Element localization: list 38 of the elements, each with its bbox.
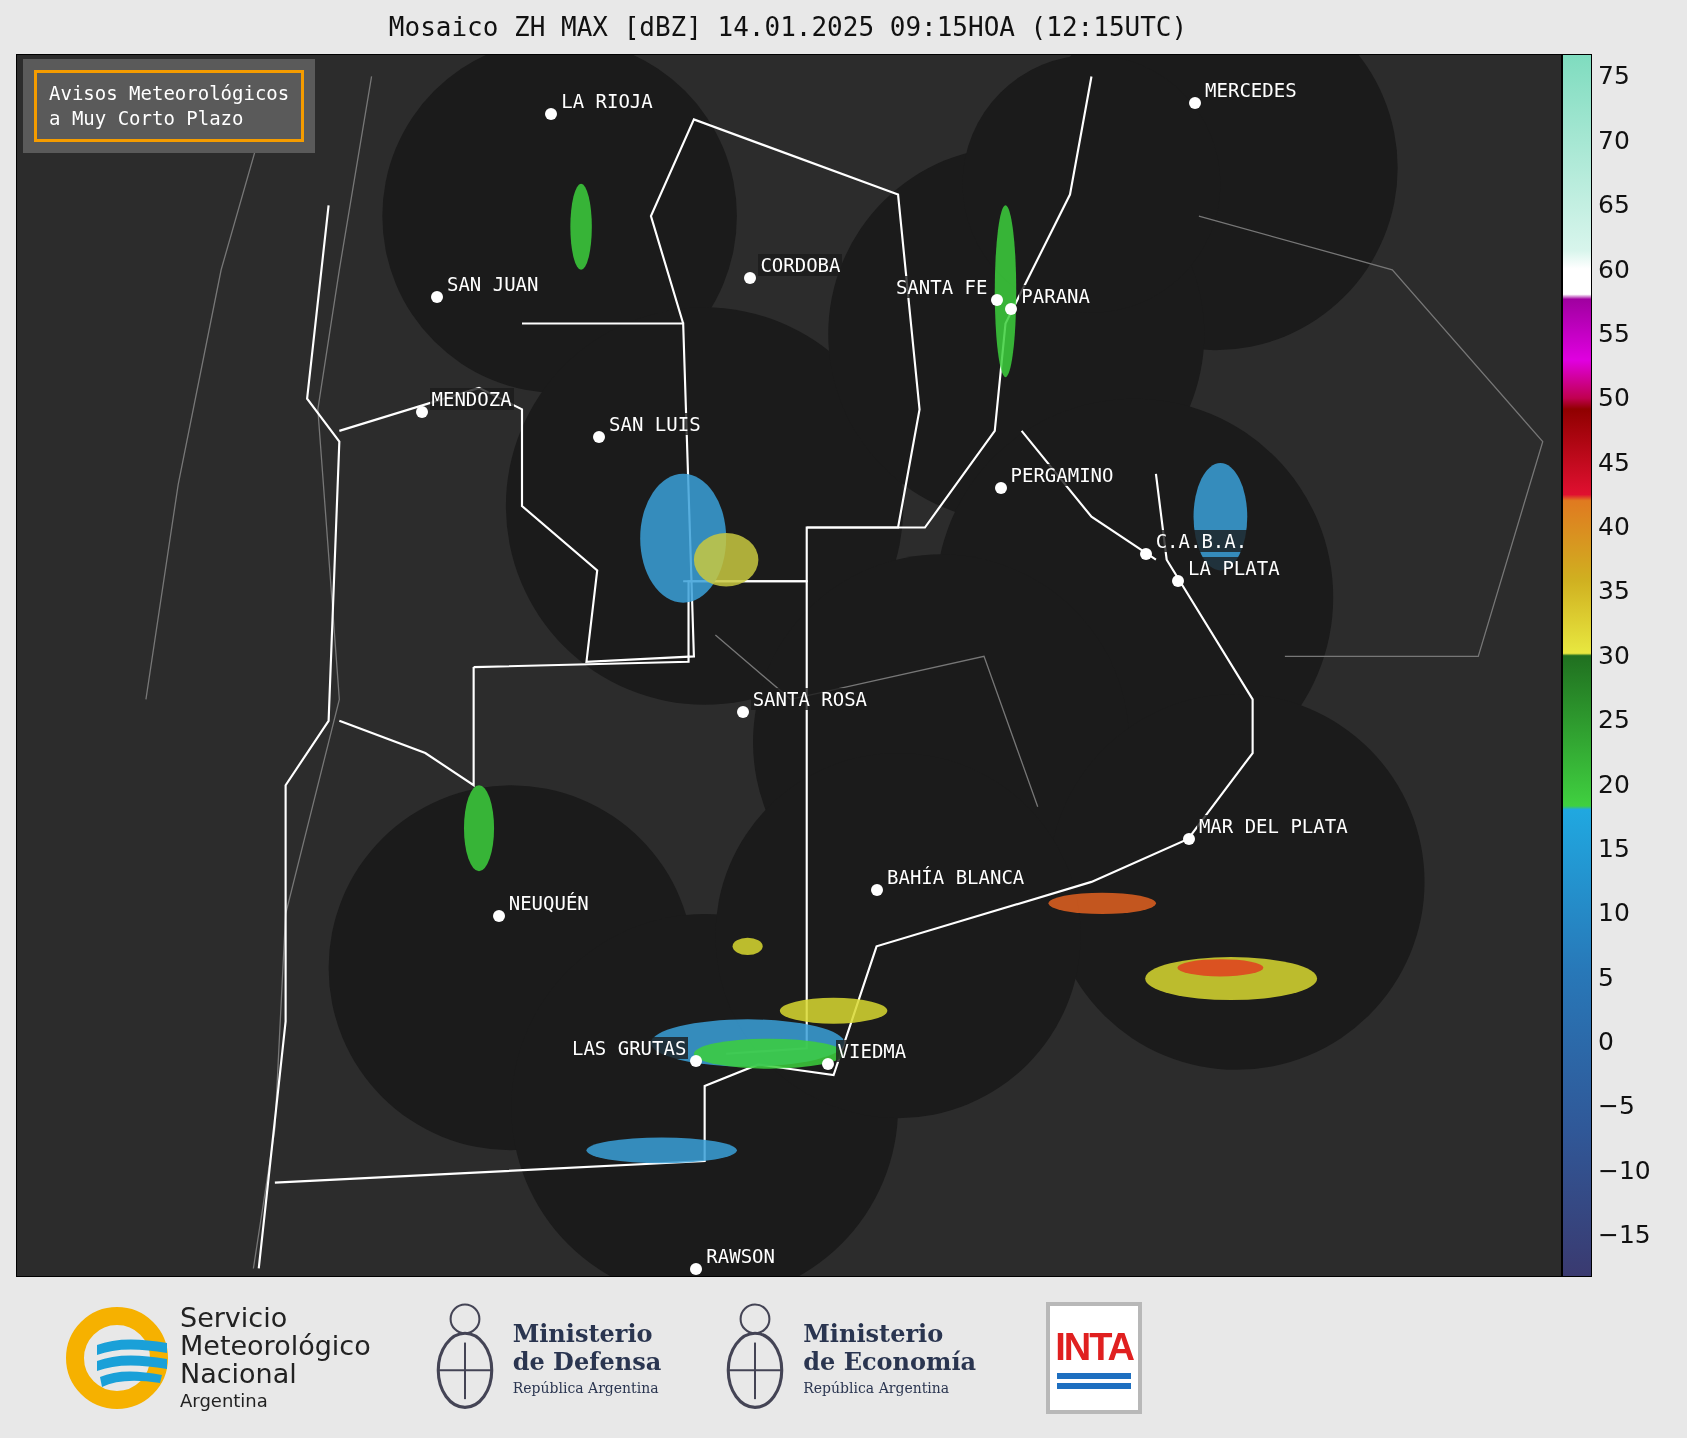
- scale-tick-label: 45: [1598, 447, 1630, 477]
- ministry-name: Ministerio: [803, 1319, 945, 1348]
- ministry-name: de Economía: [803, 1347, 977, 1376]
- scale-tick-label: 15: [1598, 833, 1630, 863]
- city-label: MENDOZA: [429, 387, 514, 410]
- city-label: CORDOBA: [758, 254, 843, 277]
- scale-tick-label: 0: [1598, 1026, 1614, 1056]
- scale-tick-label: 10: [1598, 897, 1630, 927]
- country-label: República Argentina: [512, 1379, 660, 1396]
- scale-tick-label: 70: [1598, 125, 1630, 155]
- chart-title: Mosaico ZH MAX [dBZ] 14.01.2025 09:15HOA (12:15UTC): [387, 11, 1189, 44]
- city-marker-icon: [736, 705, 749, 718]
- scale-tick-label: 55: [1598, 318, 1630, 348]
- scale-tick-label: 50: [1598, 382, 1630, 412]
- city-label: SANTA ROSA: [750, 687, 870, 710]
- scale-tick-label: −15: [1598, 1219, 1651, 1249]
- ministry-name: Ministerio: [512, 1319, 654, 1348]
- agency-name-line: Meteorológico: [180, 1332, 371, 1360]
- country-label: Argentina: [180, 1390, 269, 1411]
- scale-tick-label: 75: [1598, 61, 1630, 90]
- ministry-name: de Defensa: [512, 1347, 662, 1376]
- scale-tick-label: 20: [1598, 769, 1630, 799]
- city-label: SAN LUIS: [607, 413, 703, 436]
- country-label: República Argentina: [803, 1379, 951, 1396]
- scale-tick-label: 30: [1598, 640, 1630, 670]
- scale-tick-label: 65: [1598, 189, 1630, 219]
- scale-tick-label: 25: [1598, 704, 1630, 734]
- alert-info-box: Avisos Meteorológicos a Muy Corto Plazo: [23, 59, 316, 153]
- city-marker-icon: [744, 272, 757, 285]
- scale-tick-label: 60: [1598, 254, 1630, 284]
- agency-name-line: Servicio: [180, 1304, 289, 1332]
- scale-tick-label: 5: [1598, 962, 1614, 992]
- inta-logo: INTA: [1046, 1301, 1143, 1414]
- scale-tick-label: −10: [1598, 1155, 1651, 1185]
- agency-name-line: Nacional: [180, 1360, 297, 1388]
- scale-tick-label: 40: [1598, 511, 1630, 541]
- scale-tick-label: −5: [1598, 1090, 1635, 1120]
- scale-tick-label: 35: [1598, 575, 1630, 605]
